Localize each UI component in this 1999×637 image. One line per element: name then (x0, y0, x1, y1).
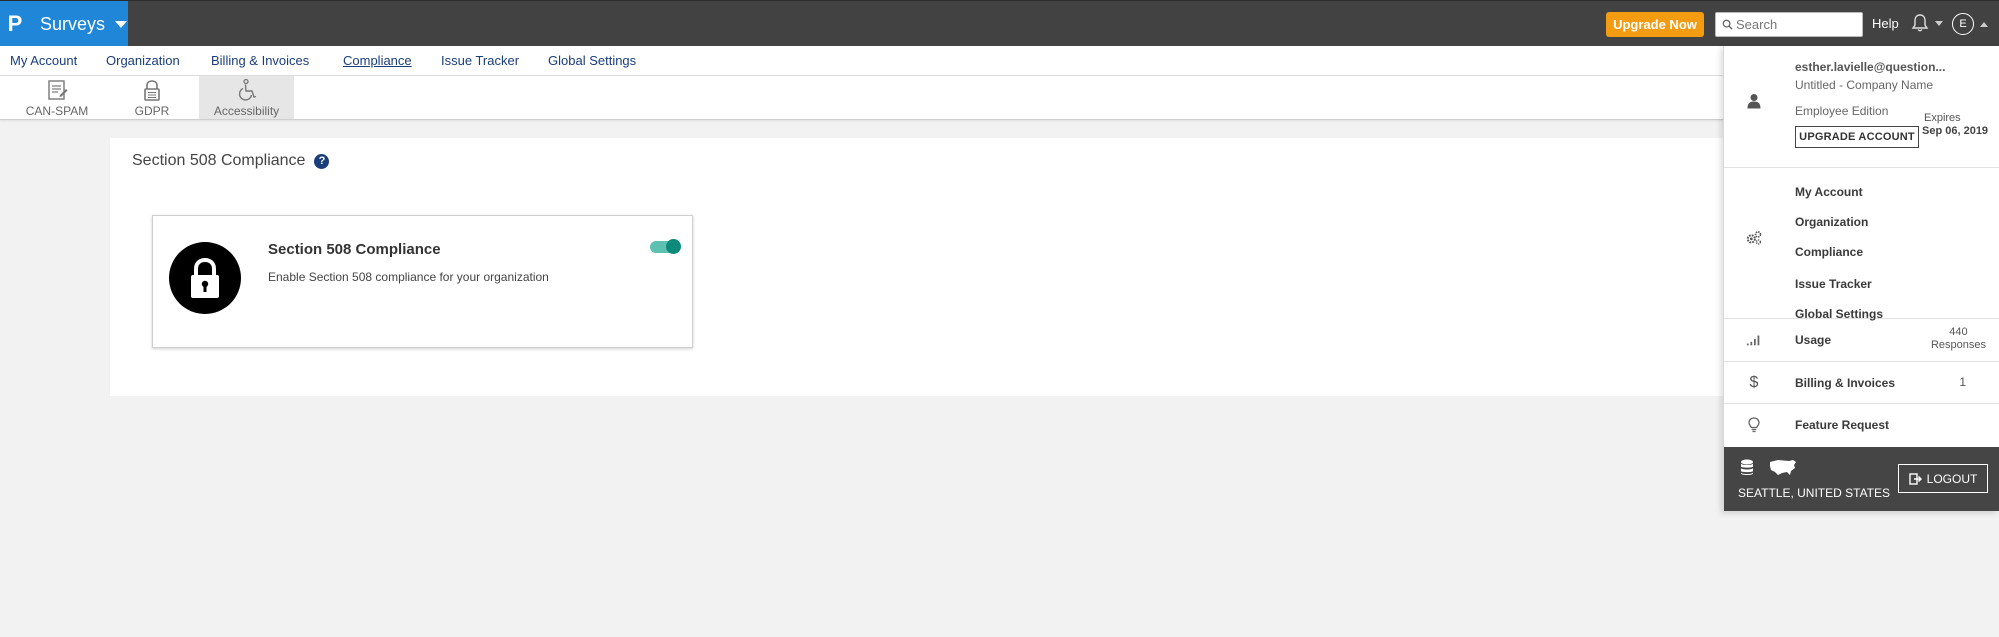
signal-bars-icon (1746, 333, 1762, 347)
tab-label: Accessibility (213, 104, 280, 118)
tab-label: GDPR (134, 104, 170, 118)
nav-compliance[interactable]: Compliance (343, 53, 412, 68)
lock-icon (144, 80, 160, 101)
us-map-icon (1769, 459, 1797, 482)
location: SEATTLE, UNITED STATES (1738, 486, 1891, 500)
usage-unit: Responses (1930, 339, 1986, 351)
app-name: Surveys (40, 13, 106, 34)
tab-accessibility[interactable]: Accessibility (199, 76, 294, 119)
card-title: Section 508 Compliance (268, 241, 441, 258)
user-icon (1746, 93, 1762, 109)
notifications-button[interactable] (1911, 13, 1943, 33)
help-link[interactable]: Help (1872, 16, 1899, 31)
compliance-panel: Section 508 Compliance ? Section 508 Com… (110, 138, 1724, 396)
wheelchair-icon (238, 78, 256, 101)
billing-section[interactable]: $ Billing & Invoices 1 (1724, 362, 1999, 404)
avatar[interactable]: E (1952, 13, 1974, 35)
toggle-knob (666, 239, 681, 254)
dollar-icon: $ (1749, 374, 1759, 391)
secondary-nav: My Account Organization Billing & Invoic… (0, 46, 1999, 76)
nav-organization[interactable]: Organization (106, 53, 180, 68)
section-508-toggle[interactable] (650, 239, 681, 254)
document-icon (48, 80, 68, 100)
lock-icon (169, 242, 241, 314)
help-question-icon[interactable]: ? (314, 153, 330, 169)
logout-button[interactable]: LOGOUT (1898, 464, 1988, 493)
search-input[interactable] (1736, 17, 1856, 32)
upgrade-account-button[interactable]: UPGRADE ACCOUNT (1795, 126, 1919, 148)
menu-issue-tracker[interactable]: Issue Tracker (1795, 277, 1872, 291)
tab-gdpr[interactable]: GDPR (124, 76, 180, 119)
bell-icon (1911, 14, 1929, 32)
database-icon (1740, 459, 1754, 481)
caret-down-icon (115, 20, 128, 28)
edition: Employee Edition (1795, 104, 1889, 118)
menu-my-account[interactable]: My Account (1795, 185, 1863, 199)
tab-label: CAN-SPAM (25, 104, 89, 118)
lightbulb-icon (1746, 417, 1762, 433)
nav-my-account[interactable]: My Account (10, 53, 77, 68)
tab-can-spam[interactable]: CAN-SPAM (22, 76, 92, 119)
search-icon (1722, 19, 1733, 30)
upgrade-now-button[interactable]: Upgrade Now (1606, 12, 1704, 37)
nav-issue-tracker[interactable]: Issue Tracker (441, 53, 519, 68)
page-title-text: Section 508 Compliance (132, 152, 306, 169)
search-box[interactable] (1715, 12, 1863, 37)
logout-icon (1908, 472, 1922, 485)
menu-organization[interactable]: Organization (1795, 215, 1868, 229)
chevron-up-icon (1980, 22, 1988, 27)
compliance-tabs: CAN-SPAM GDPR Accessibility (0, 76, 1999, 120)
account-dropdown: esther.lavielle@question... Untitled - C… (1723, 46, 1999, 511)
gears-icon (1746, 230, 1762, 246)
account-footer: SEATTLE, UNITED STATES LOGOUT (1724, 447, 1999, 511)
nav-global-settings[interactable]: Global Settings (548, 53, 636, 68)
card-description: Enable Section 508 compliance for your o… (268, 270, 549, 284)
chevron-down-icon (1935, 20, 1943, 26)
brand-logo-icon: P (7, 11, 23, 36)
section-508-card: Section 508 Compliance Enable Section 50… (152, 215, 693, 348)
expires-date: Sep 06, 2019 (1922, 125, 1989, 137)
menu-feature-request: Feature Request (1795, 418, 1890, 432)
account-email: esther.lavielle@question... (1795, 60, 1946, 74)
expires-label: Expires (1924, 112, 1961, 124)
usage-count: 440 Responses (1931, 326, 1986, 352)
feature-request-section[interactable]: Feature Request (1724, 404, 1999, 447)
usage-label: Usage (1795, 333, 1832, 347)
logout-label: LOGOUT (1926, 471, 1978, 486)
app-switcher[interactable]: P Surveys (0, 1, 128, 47)
billing-count: 1 (1959, 375, 1966, 389)
usage-number: 440 (1949, 326, 1968, 338)
company-name: Untitled - Company Name (1795, 78, 1934, 92)
nav-billing-invoices[interactable]: Billing & Invoices (211, 53, 309, 68)
usage-section[interactable]: Usage 440 Responses (1724, 319, 1999, 362)
account-info-section: esther.lavielle@question... Untitled - C… (1724, 46, 1999, 168)
menu-billing-invoices: Billing & Invoices (1795, 376, 1896, 390)
top-bar: P Surveys Upgrade Now Help E (0, 0, 1999, 47)
menu-compliance[interactable]: Compliance (1795, 245, 1863, 259)
settings-section: My Account Organization Compliance Issue… (1724, 168, 1999, 321)
page-title: Section 508 Compliance ? (132, 152, 330, 170)
